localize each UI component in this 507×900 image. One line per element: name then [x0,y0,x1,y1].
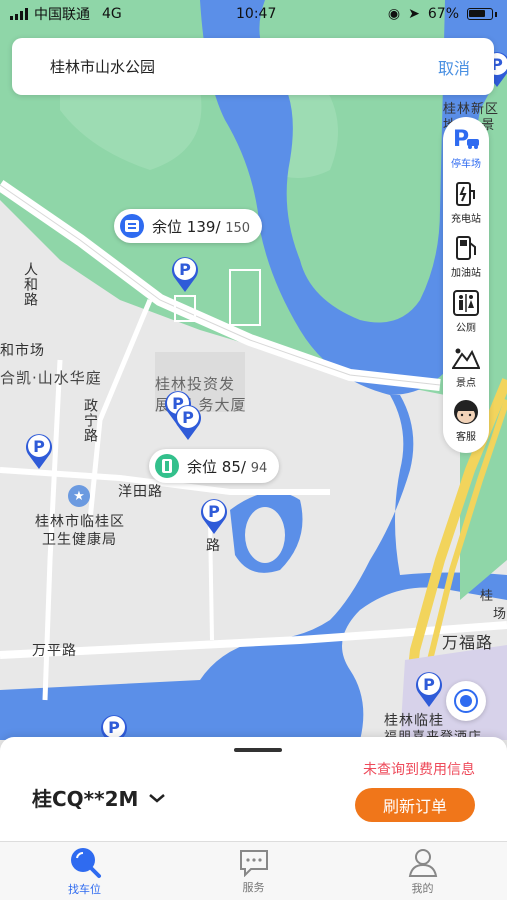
sheet-drag-handle[interactable] [234,748,282,752]
category-label: 客服 [456,432,476,444]
map-label-road-char: 路 [206,538,221,554]
map-label-market: 和市场 [0,343,45,359]
category-label: 停车场 [451,159,481,170]
restroom-icon [452,289,480,317]
parking-pin[interactable]: P [170,255,200,293]
category-gas[interactable]: 加油站 [443,234,489,289]
clock: 10:47 [236,6,277,22]
chat-bubble-icon [239,850,268,877]
parking-pin[interactable]: P [24,432,54,470]
location-arrow-icon: ➤ [408,6,420,22]
app-screen: 桂林新区 地 桑 景 人和路 和市场 合凯·山水华庭 政宁路 桂林投资发 展 服… [0,0,507,900]
plate-selector[interactable]: 桂CQ**2M [32,783,166,812]
availability-bubble[interactable]: 余位 139/ 150 [114,209,263,243]
map-label-health-bureau-1: 桂林市临桂区 [35,514,125,530]
tab-label: 找车位 [68,883,101,896]
category-label: 景点 [456,377,476,389]
orientation-lock-icon: ◉ [387,6,401,22]
category-restroom[interactable]: 公厕 [443,289,489,344]
network-type: 4G [102,6,122,22]
map-label-yangtian-road: 洋田路 [118,484,163,500]
map-label-wanping-road: 万平路 [32,643,77,659]
category-scenic[interactable]: 景点 [443,344,489,399]
svg-text:P: P [108,718,120,737]
svg-text:P: P [182,408,194,427]
parking-pin[interactable]: P [173,403,203,441]
search-icon [70,848,101,878]
charging-station-icon [452,180,480,208]
user-icon [408,849,437,877]
tab-service[interactable]: 服务 [194,842,314,900]
search-bar: 取消 [12,38,494,95]
availability-text: 余位 85/ 94 [187,457,268,476]
map-label-wanfu-road: 万福路 [442,633,494,652]
map-label-gui-right: 桂 [480,589,495,604]
refresh-order-button[interactable]: 刷新订单 [355,788,475,822]
map-label-hekai: 合凯·山水华庭 [0,369,102,387]
category-side-panel: P 停车场 充电站 加油站 公厕 景点 客服 [443,117,489,453]
tab-mine[interactable]: 我的 [363,842,483,900]
tab-label: 我的 [411,882,434,895]
category-parking[interactable]: P 停车场 [443,125,489,180]
map-label-zhengning-road: 政宁路 [82,398,98,443]
category-charging[interactable]: 充电站 [443,180,489,235]
parking-pin[interactable]: P [414,670,444,708]
category-label: 公厕 [456,323,476,335]
tab-find-parking[interactable]: 找车位 [25,842,145,900]
svg-text:P: P [33,437,45,456]
customer-service-icon [452,398,480,426]
battery-icon [467,8,493,20]
tab-label: 服务 [242,881,265,894]
parking-garage-icon [120,214,144,238]
availability-text: 余位 139/ 150 [152,217,251,236]
svg-text:P: P [208,502,220,521]
star-poi-icon: ★ [68,485,90,507]
gas-station-icon [452,234,480,262]
category-customer-service[interactable]: 客服 [443,398,489,453]
battery-percent: 67% [427,6,459,22]
chevron-down-icon [149,793,166,803]
svg-text:P: P [423,675,435,694]
availability-bubble[interactable]: 余位 85/ 94 [149,449,280,483]
cancel-button[interactable]: 取消 [438,55,470,79]
status-bar: 中国联通 4G 10:47 ◉ ➤ 67% [0,0,507,28]
bottom-sheet: 桂CQ**2M 未查询到费用信息 刷新订单 [0,737,507,841]
locate-me-button[interactable] [446,681,486,721]
parking-lot-icon [155,454,179,478]
category-label: 加油站 [451,268,481,280]
tab-bar: 找车位 服务 我的 [0,841,507,900]
category-label: 充电站 [451,213,481,225]
signal-icon [10,8,28,20]
fee-status: 未查询到费用信息 [363,762,475,778]
svg-text:P: P [179,260,191,279]
map-label-chang-right: 场 [493,607,507,622]
carrier-name: 中国联通 [34,7,90,23]
map-label-health-bureau-2: 卫生健康局 [42,532,117,548]
locate-icon [454,689,478,713]
search-input[interactable] [50,57,350,76]
map-label-renhe-road: 人和路 [22,262,38,307]
scenic-spot-icon [452,344,480,372]
parking-pin[interactable]: P [199,497,229,535]
svg-text:P: P [453,127,469,152]
parking-icon: P [452,125,480,153]
plate-number: 桂CQ**2M [32,787,139,811]
